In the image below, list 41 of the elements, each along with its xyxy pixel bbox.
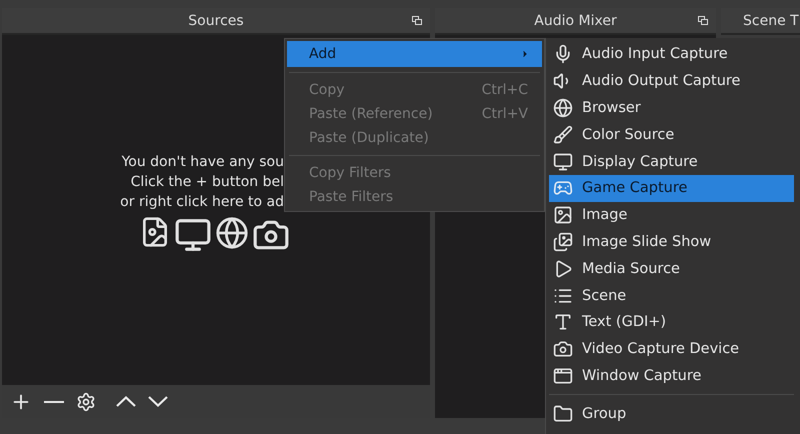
menu-item[interactable]: Add [287, 41, 542, 67]
move-up-button[interactable] [116, 396, 136, 407]
image-icon [553, 205, 573, 226]
menu-item[interactable]: Video Capture Device [549, 336, 794, 363]
panel-title: Audio Mixer [534, 12, 617, 28]
menu-item[interactable]: Display Capture [549, 148, 794, 175]
menu-item[interactable]: Text (GDI+) [549, 308, 794, 336]
minus-icon [44, 400, 64, 402]
panel-title: Scene T [743, 12, 799, 28]
dock-icon[interactable] [698, 16, 708, 25]
empty-message: Click the + button bel [130, 173, 284, 192]
menu-item[interactable]: Window Capture [549, 362, 794, 390]
text-icon [553, 312, 573, 332]
brush-icon [553, 124, 573, 145]
move-down-button[interactable] [148, 396, 168, 407]
window-icon [553, 366, 573, 386]
settings-icon [76, 392, 96, 412]
menu-item[interactable]: Audio Input Capture [549, 41, 794, 68]
empty-message: or right click here to ad [120, 193, 284, 212]
monitor-icon [553, 152, 573, 172]
images-icon [553, 232, 573, 252]
camera-icon [553, 339, 573, 360]
menu-item[interactable]: Browser [549, 94, 794, 122]
menu-item[interactable]: Media Source [549, 255, 794, 282]
menu-item[interactable]: Scene [549, 282, 794, 309]
chevron-up-icon [116, 396, 136, 407]
chevron-down-icon [148, 396, 168, 407]
menu-item[interactable]: Image Slide Show [549, 228, 794, 256]
dock-icon[interactable] [412, 16, 422, 25]
menu-item[interactable]: Color Source [549, 121, 794, 148]
globe-icon [553, 98, 573, 118]
settings-button[interactable] [76, 392, 96, 412]
folder-icon [553, 404, 573, 424]
menu-item[interactable]: Game Capture [549, 174, 794, 202]
empty-message: You don't have any sou [122, 153, 284, 172]
panel-title: Sources [188, 12, 244, 28]
monitor-icon [174, 216, 212, 254]
menu-item[interactable]: Audio Output Capture [549, 68, 794, 95]
menu-item[interactable]: Group [549, 400, 794, 428]
menu-item[interactable]: Image [549, 202, 794, 229]
globe-icon [215, 216, 249, 250]
